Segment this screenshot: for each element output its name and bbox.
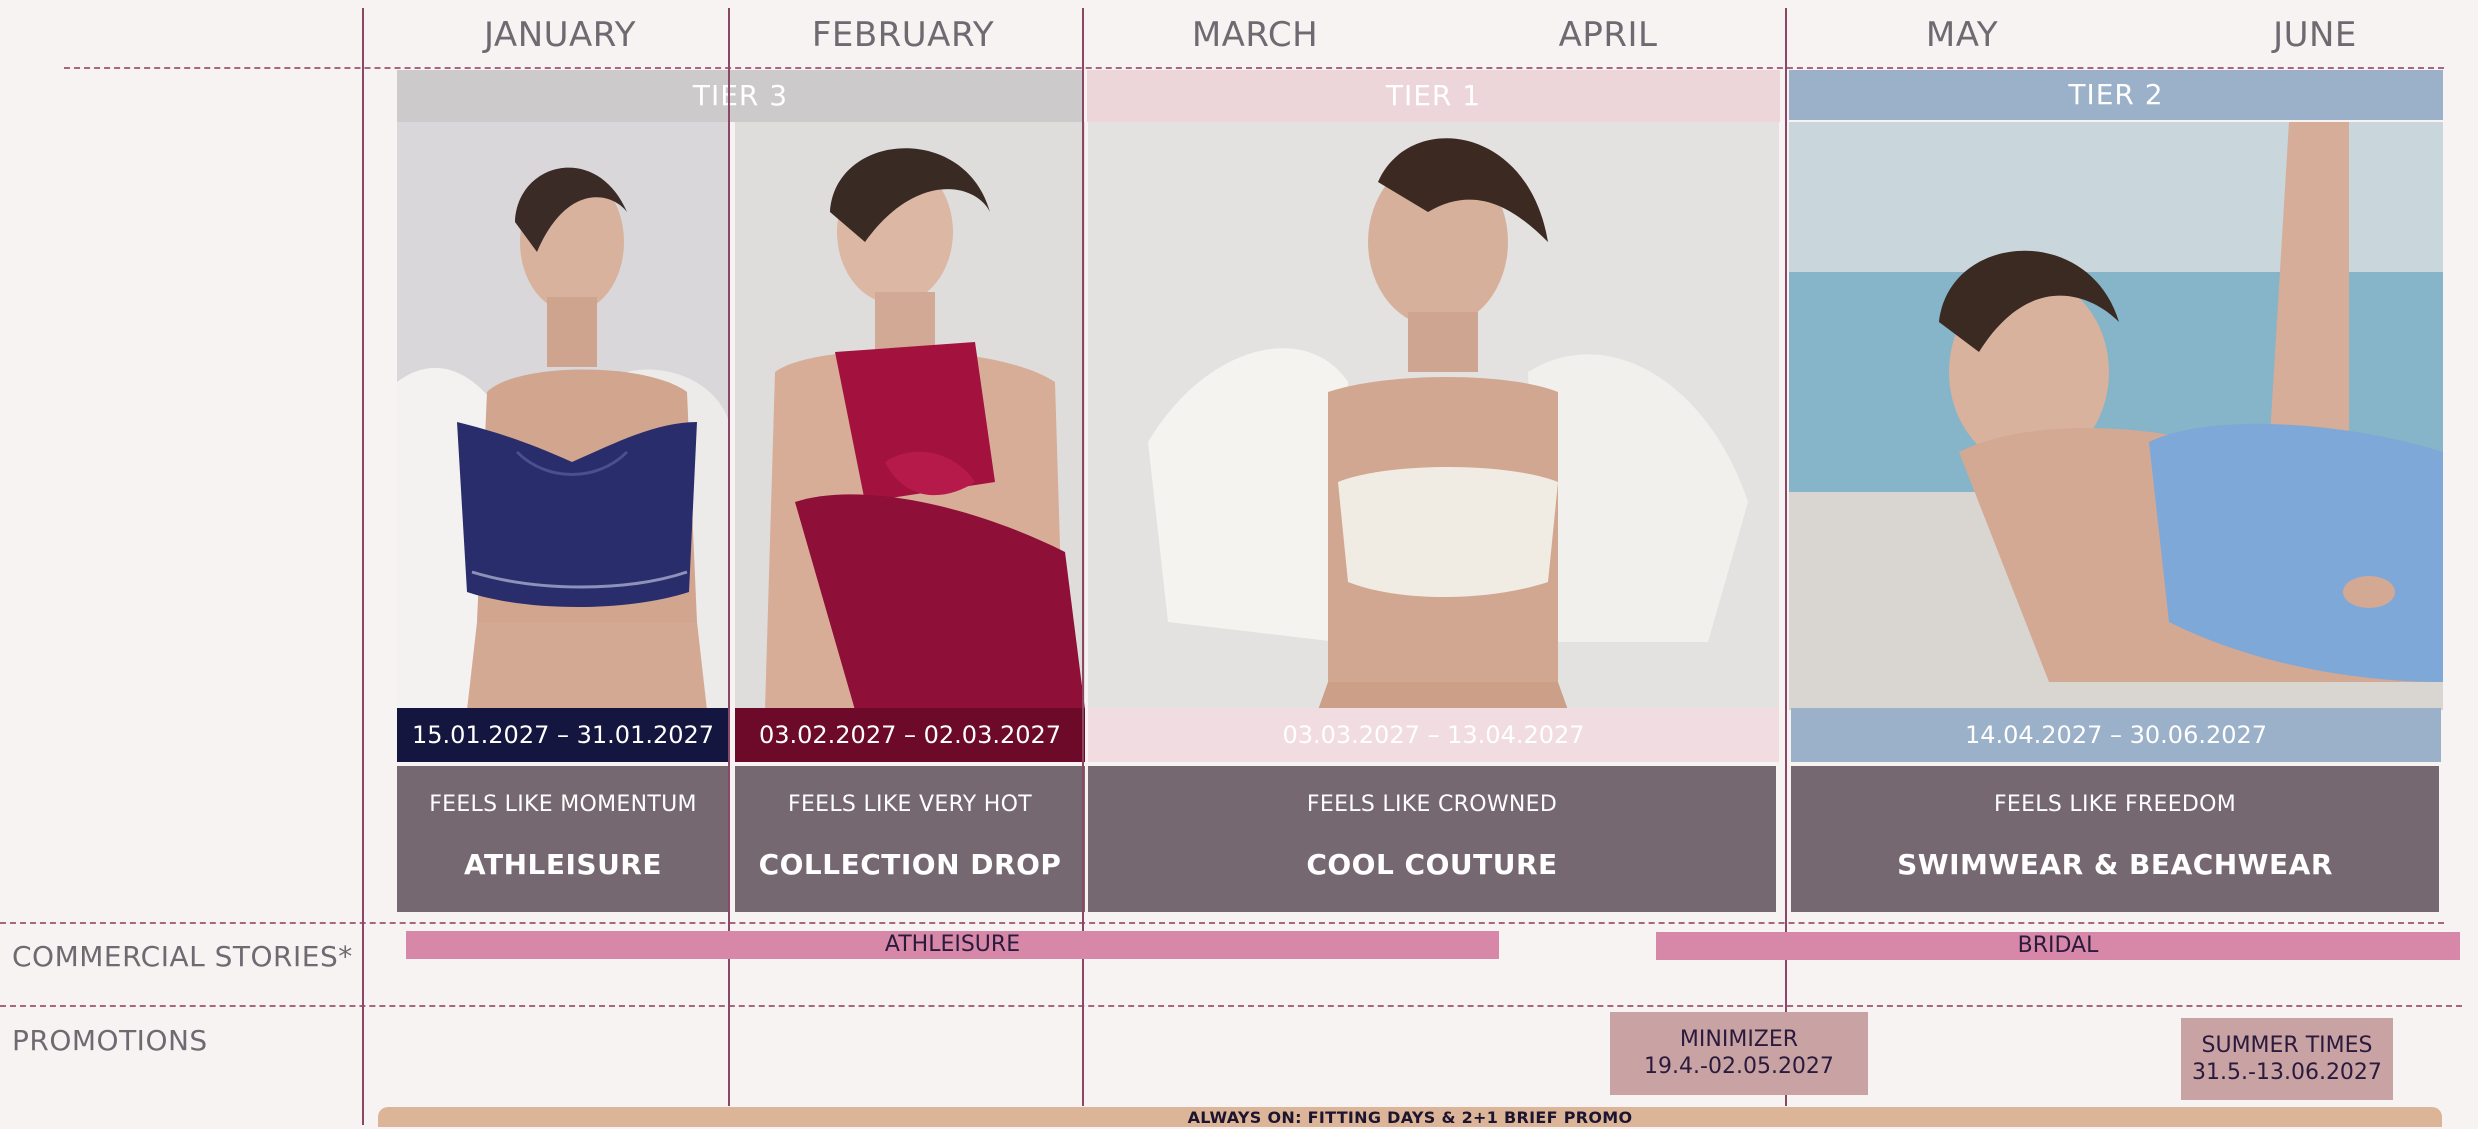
tier-3-bar: TIER 3 [397,70,1084,122]
story-title: ATHLEISURE [463,848,662,881]
gridline-left-edge [362,8,364,1125]
date-range-swimwear: 14.04.2027 – 30.06.2027 [1791,708,2441,762]
commercial-bar-athleisure: ATHLEISURE [406,931,1499,959]
date-range-cool-couture: 03.03.2027 – 13.04.2027 [1088,708,1779,762]
always-on-bar: ALWAYS ON: FITTING DAYS & 2+1 BRIEF PROM… [378,1107,2442,1127]
month-april: APRIL [1558,15,1658,55]
story-box-swimwear: FEELS LIKE FREEDOM SWIMWEAR & BEACHWEAR [1791,766,2439,912]
promotions-row-divider [0,1005,2462,1007]
story-tagline: FEELS LIKE VERY HOT [788,792,1032,817]
promo-name: MINIMIZER [1679,1027,1799,1052]
story-title: COOL COUTURE [1306,848,1558,881]
campaign-photo-collection-drop [735,122,1085,710]
commercial-bar-bridal: BRIDAL [1656,932,2460,960]
story-box-athleisure: FEELS LIKE MOMENTUM ATHLEISURE [397,766,729,912]
promo-dates: 31.5.-13.06.2027 [2192,1060,2382,1085]
story-box-collection-drop: FEELS LIKE VERY HOT COLLECTION DROP [735,766,1085,912]
story-title: SWIMWEAR & BEACHWEAR [1897,848,2333,881]
promo-dates: 19.4.-02.05.2027 [1644,1054,1834,1079]
promo-name: SUMMER TIMES [2201,1033,2373,1058]
date-range-athleisure: 15.01.2027 – 31.01.2027 [397,708,729,762]
row-label-promotions: PROMOTIONS [12,1024,208,1057]
story-tagline: FEELS LIKE CROWNED [1306,792,1558,817]
tier-2-bar: TIER 2 [1789,70,2443,120]
promo-minimizer: MINIMIZER 19.4.-02.05.2027 [1610,1012,1868,1095]
story-tagline: FEELS LIKE FREEDOM [1993,792,2237,817]
row-label-commercial-stories: COMMERCIAL STORIES* [12,940,353,973]
story-title: COLLECTION DROP [758,848,1062,881]
campaign-photo-swimwear [1789,122,2443,710]
promo-summer-times: SUMMER TIMES 31.5.-13.06.2027 [2181,1018,2393,1100]
commercial-row-divider [0,922,2444,924]
month-june: JUNE [2273,15,2357,55]
story-tagline: FEELS LIKE MOMENTUM [429,792,697,817]
campaign-photo-cool-couture [1088,122,1779,710]
month-february: FEBRUARY [811,15,995,55]
campaign-photo-athleisure [397,122,729,710]
header-divider [64,67,2444,69]
month-march: MARCH [1191,15,1319,55]
tier-1-bar: TIER 1 [1087,70,1780,122]
month-may: MAY [1925,15,1999,55]
story-box-cool-couture: FEELS LIKE CROWNED COOL COUTURE [1088,766,1776,912]
date-range-collection-drop: 03.02.2027 – 02.03.2027 [735,708,1085,762]
month-january: JANUARY [484,15,636,55]
